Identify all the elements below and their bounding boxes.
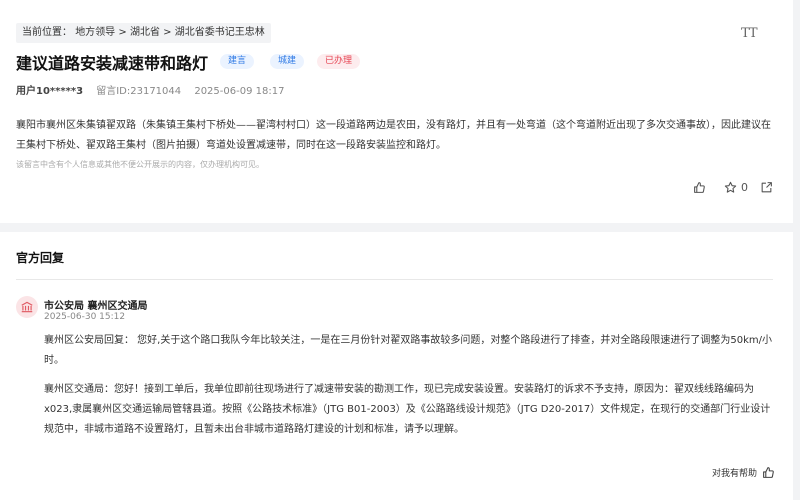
user-name: 用户10*****3 — [16, 86, 84, 97]
tag-urban-construction: 城建 — [270, 54, 305, 69]
breadcrumb-separator: > — [163, 27, 172, 38]
page-title: 建议道路安装减速带和路灯 — [16, 54, 209, 73]
message-id: 留言ID:23171044 — [96, 86, 182, 97]
breadcrumb-item-hubei[interactable]: 湖北省 — [130, 27, 160, 38]
section-title: 官方回复 — [16, 251, 65, 265]
share-button[interactable] — [760, 179, 773, 195]
privacy-notice: 该留言中含有个人信息或其他不便公开展示的内容，仅办理机构可见。 — [16, 160, 264, 169]
government-building-icon — [21, 301, 33, 313]
tag-suggestion: 建言 — [220, 54, 255, 69]
favorite-button[interactable]: 0 — [724, 179, 748, 195]
star-icon — [724, 181, 737, 193]
helpful-label: 对我有帮助 — [712, 469, 758, 479]
breadcrumb-item-local-leaders[interactable]: 地方领导 — [75, 27, 115, 38]
breadcrumb-item-secretary[interactable]: 湖北省委书记王忠林 — [175, 27, 265, 38]
status-badge: 已办理 — [317, 54, 361, 69]
breadcrumb-separator: > — [118, 27, 127, 38]
reply-content-police: 襄州区公安局回复： 您好,关于这个路口我队今年比较关注，一是在三月份针对翟双路事… — [44, 335, 772, 366]
message-content: 襄阳市襄州区朱集镇翟双路（朱集镇王集村下桥处——翟湾村村口）这一段道路两边是农田… — [16, 120, 771, 151]
share-icon — [761, 181, 772, 192]
thumbs-up-icon — [763, 467, 774, 478]
message-card: 当前位置： 地方领导 > 湖北省 > 湖北省委书记王忠林 TT 建议道路安装减速… — [0, 0, 793, 223]
post-datetime: 2025-06-09 18:17 — [194, 86, 285, 97]
helpful-button[interactable]: 对我有帮助 — [712, 466, 775, 479]
post-meta: 用户10*****3 留言ID:23171044 2025-06-09 18:1… — [16, 82, 294, 97]
reply-content-transport: 襄州区交通局：您好！接到工单后，我单位即前往现场进行了减速带安装的勘测工作，现已… — [44, 384, 771, 435]
breadcrumb: 当前位置： 地方领导 > 湖北省 > 湖北省委书记王忠林 — [16, 23, 271, 43]
avatar — [16, 296, 38, 318]
like-button[interactable] — [693, 179, 706, 195]
star-count: 0 — [741, 180, 748, 194]
thumbs-up-icon — [694, 181, 705, 193]
font-size-icon[interactable]: TT — [741, 26, 758, 41]
reply-org: 市公安局 襄州区交通局 — [44, 301, 148, 312]
breadcrumb-label: 当前位置： — [22, 27, 72, 38]
divider — [16, 279, 773, 280]
reply-datetime: 2025-06-30 15:12 — [44, 312, 126, 322]
